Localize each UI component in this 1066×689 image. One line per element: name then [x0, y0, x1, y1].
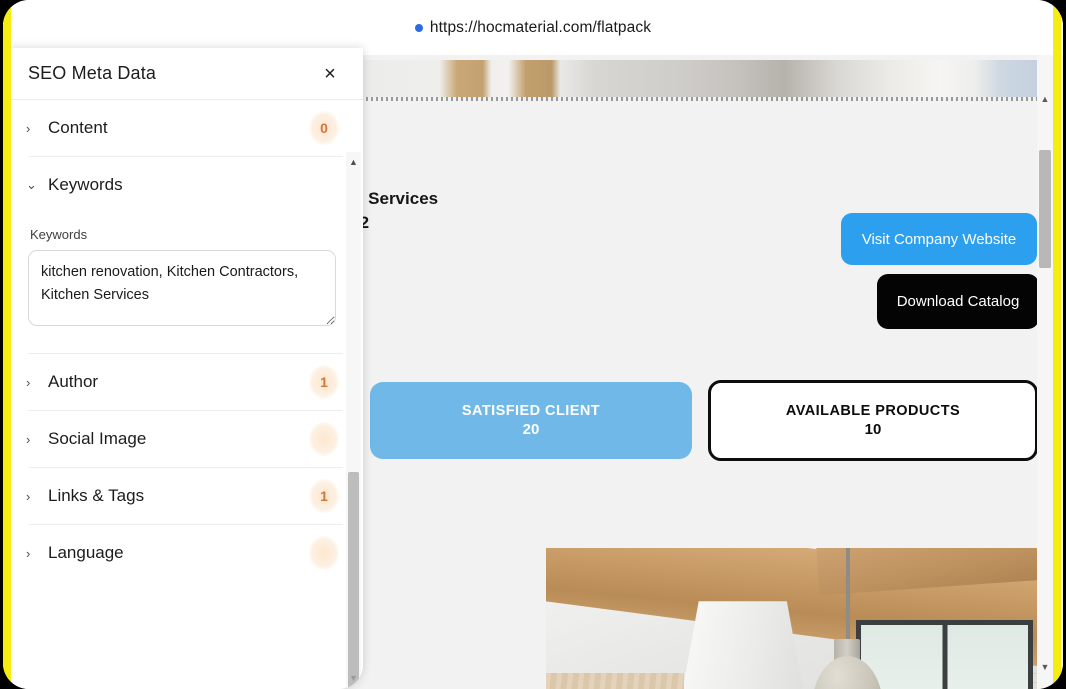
panel-scrollbar[interactable]: ▲ ▼ [346, 152, 361, 689]
panel-body: › Content 0 ⌄ Keywords Keywords › Author… [8, 100, 363, 689]
stat-card-satisfied-client: SATISFIED CLIENT 20 [370, 382, 692, 459]
panel-scroll-down-arrow-icon[interactable]: ▼ [346, 670, 361, 685]
section-label: Links & Tags [48, 486, 145, 505]
chevron-right-icon: › [26, 545, 31, 561]
section-label: Author [48, 372, 99, 391]
page-scrollbar-thumb[interactable] [1039, 150, 1051, 268]
status-badge [309, 422, 339, 456]
panel-header: SEO Meta Data × [8, 48, 363, 100]
section-label: Language [48, 543, 124, 562]
photo-window [855, 620, 1034, 689]
status-badge: 1 [309, 365, 339, 399]
stat-label: SATISFIED CLIENT [461, 402, 601, 419]
seo-meta-data-panel: SEO Meta Data × › Content 0 ⌄ Keywords K… [8, 48, 363, 689]
kitchen-interior-photo [546, 548, 1038, 689]
section-label: Content [48, 118, 108, 137]
section-row-social-image[interactable]: › Social Image [26, 411, 345, 467]
scroll-down-arrow-icon[interactable]: ▼ [1037, 659, 1053, 675]
panel-scrollbar-thumb[interactable] [348, 472, 359, 689]
status-badge: 1 [309, 479, 339, 513]
stat-value: 10 [864, 421, 882, 439]
section-row-content[interactable]: › Content 0 [26, 100, 345, 156]
panel-scroll-up-arrow-icon[interactable]: ▲ [346, 154, 361, 169]
keywords-field-label: Keywords [30, 227, 88, 242]
page-scrollbar[interactable]: ▲ ▼ [1037, 55, 1053, 689]
status-badge [309, 536, 339, 570]
keywords-field-group: Keywords [26, 213, 345, 353]
download-catalog-button[interactable]: Download Catalog [877, 274, 1039, 329]
stat-value: 20 [522, 421, 540, 439]
scroll-up-arrow-icon[interactable]: ▲ [1037, 91, 1053, 107]
photo-wood-panel [546, 673, 684, 689]
close-icon[interactable]: × [317, 61, 343, 87]
chevron-right-icon: › [26, 120, 31, 136]
keywords-input[interactable] [28, 250, 336, 326]
highlight-band-right [1053, 0, 1061, 689]
section-label: Keywords [48, 175, 123, 194]
url-security-dot-icon [414, 23, 423, 32]
stat-card-available-products: AVAILABLE PRODUCTS 10 [708, 380, 1038, 461]
photo-lamp-cord [846, 548, 851, 647]
browser-url-bar: https://hocmaterial.com/flatpack [3, 0, 1063, 55]
section-row-keywords[interactable]: ⌄ Keywords [26, 157, 345, 213]
chevron-right-icon: › [26, 431, 31, 447]
status-badge: 0 [309, 111, 339, 145]
stat-label: AVAILABLE PRODUCTS [785, 402, 961, 419]
section-row-links-and-tags[interactable]: › Links & Tags 1 [26, 468, 345, 524]
section-label: Social Image [48, 429, 147, 448]
browser-window: https://hocmaterial.com/flatpack ack Kit… [3, 0, 1063, 689]
section-row-language[interactable]: › Language [26, 525, 345, 581]
highlight-band-left [3, 0, 11, 689]
url-text: https://hocmaterial.com/flatpack [429, 18, 652, 36]
panel-title: SEO Meta Data [28, 63, 157, 83]
chevron-right-icon: › [26, 488, 31, 504]
chevron-right-icon: › [26, 374, 31, 390]
chevron-down-icon: ⌄ [26, 177, 37, 192]
section-row-author[interactable]: › Author 1 [26, 354, 345, 410]
url-display[interactable]: https://hocmaterial.com/flatpack [414, 18, 652, 37]
visit-company-website-button[interactable]: Visit Company Website [841, 213, 1037, 265]
